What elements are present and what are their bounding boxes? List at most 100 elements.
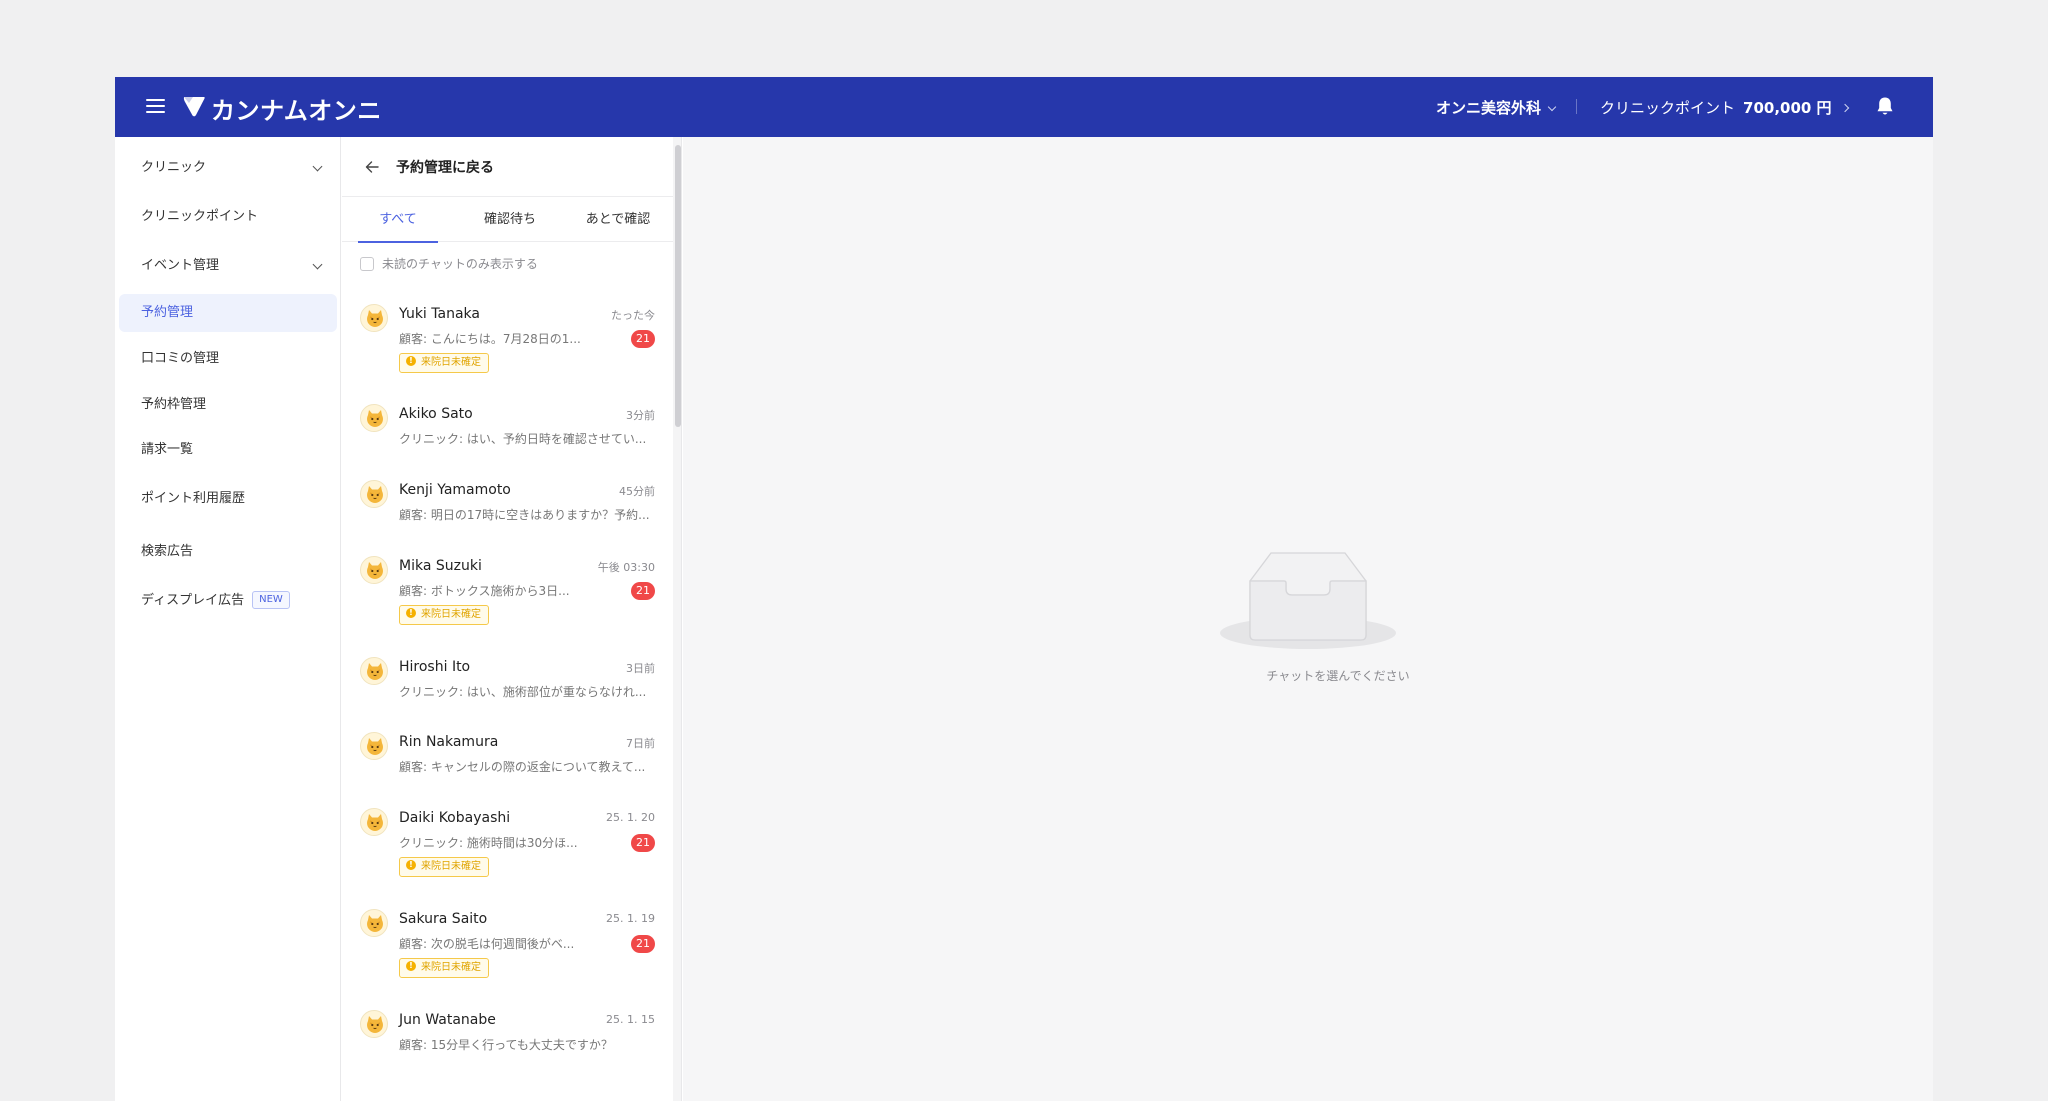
chat-customer-name: Hiroshi Ito xyxy=(399,659,471,675)
brand-name[interactable]: カンナムオンニ xyxy=(211,91,382,126)
exclamation-icon: ! xyxy=(406,608,416,618)
unread-only-label: 未読のチャットのみ表示する xyxy=(382,257,538,271)
sidebar-item-clinic[interactable]: クリニック xyxy=(119,149,337,187)
cat-avatar-icon xyxy=(360,556,388,584)
chat-last-message: クリニック: 施術時間は30分ほ... xyxy=(399,836,578,850)
exclamation-icon: ! xyxy=(406,961,416,971)
unread-count-badge: 21 xyxy=(631,935,655,953)
header-divider xyxy=(1576,99,1577,114)
chat-list-item[interactable]: Akiko Sato 3分前 クリニック: はい、予約日時を確認させてい... xyxy=(342,404,673,464)
empty-inbox-icon xyxy=(1220,552,1396,649)
chat-customer-name: Rin Nakamura xyxy=(399,734,499,750)
chat-last-message: 顧客: こんにちは。7月28日の1... xyxy=(399,332,581,346)
chat-list-item[interactable]: Kenji Yamamoto 45分前 顧客: 明日の17時に空きはありますか？… xyxy=(342,480,673,540)
hamburger-icon[interactable] xyxy=(146,98,165,115)
sidebar-item-display-ads[interactable]: ディスプレイ広告 NEW xyxy=(119,582,337,620)
tab-all[interactable]: すべて xyxy=(358,198,438,243)
back-to-reservations-link[interactable]: 予約管理に戻る xyxy=(396,157,494,177)
chat-last-message: 顧客: 次の脱毛は何週間後がベ... xyxy=(399,937,575,951)
chat-timestamp: 45分前 xyxy=(619,485,655,498)
sidebar-item-clinic-points[interactable]: クリニックポイント xyxy=(119,198,337,236)
cat-avatar-icon xyxy=(360,808,388,836)
sidebar-item-label: ディスプレイ広告 xyxy=(141,593,245,608)
chevron-down-icon xyxy=(1547,102,1557,112)
app-window: カンナムオンニ オンニ美容外科 クリニックポイント 700,000 円 クリニック… xyxy=(115,77,1933,1101)
chat-timestamp: 25. 1. 20 xyxy=(606,811,655,824)
clinic-points-link[interactable]: クリニックポイント 700,000 円 xyxy=(1600,97,1849,118)
chat-list-panel: 予約管理に戻る すべて 確認待ち あとで確認 未読のチャットのみ表示する Yuk… xyxy=(342,137,682,1101)
sidebar-item-slot-management[interactable]: 予約枠管理 xyxy=(119,386,337,424)
unread-count-badge: 21 xyxy=(631,330,655,348)
exclamation-icon: ! xyxy=(406,356,416,366)
chat-timestamp: 25. 1. 19 xyxy=(606,912,655,925)
cat-avatar-icon xyxy=(360,480,388,508)
sidebar-item-label: 検索広告 xyxy=(141,544,194,559)
chat-customer-name: Yuki Tanaka xyxy=(399,306,480,322)
status-tag: ! 来院日未確定 xyxy=(399,353,489,373)
chat-timestamp: 3日前 xyxy=(626,662,655,675)
sidebar-item-label: 口コミの管理 xyxy=(141,351,220,366)
scrollbar-thumb[interactable] xyxy=(675,145,681,427)
status-tag-label: 来院日未確定 xyxy=(421,861,481,872)
sidebar-item-search-ads[interactable]: 検索広告 xyxy=(119,533,337,571)
cat-avatar-icon xyxy=(360,304,388,332)
sidebar-item-label: クリニックポイント xyxy=(141,209,259,224)
new-badge: NEW xyxy=(252,590,290,609)
sidebar-item-reservation-management[interactable]: 予約管理 xyxy=(119,294,337,332)
cat-avatar-icon xyxy=(360,1010,388,1038)
status-tag-label: 来院日未確定 xyxy=(421,962,481,973)
sidebar-item-label: イベント管理 xyxy=(141,258,220,273)
tab-check-later[interactable]: あとで確認 xyxy=(568,198,668,242)
chat-customer-name: Akiko Sato xyxy=(399,406,473,422)
chat-last-message: クリニック: はい、施術部位が重ならなけれ... xyxy=(399,685,647,699)
cat-avatar-icon xyxy=(360,404,388,432)
unread-only-filter[interactable]: 未読のチャットのみ表示する xyxy=(360,255,538,273)
status-tag-label: 来院日未確定 xyxy=(421,357,481,368)
sidebar-item-billing[interactable]: 請求一覧 xyxy=(119,431,337,469)
chat-timestamp: 午後 03:30 xyxy=(597,561,655,574)
chat-list-item[interactable]: Mika Suzuki 午後 03:30 顧客: ボトックス施術から3日... … xyxy=(342,556,673,646)
sidebar-item-label: クリニック xyxy=(141,160,207,175)
chat-detail-area: チャットを選んでください xyxy=(683,137,1933,1101)
chat-list-item[interactable]: Hiroshi Ito 3日前 クリニック: はい、施術部位が重ならなけれ... xyxy=(342,657,673,717)
cat-avatar-icon xyxy=(360,657,388,685)
chat-list-item[interactable]: Yuki Tanaka たった今 顧客: こんにちは。7月28日の1... 21… xyxy=(342,304,673,394)
chat-customer-name: Sakura Saito xyxy=(399,911,488,927)
chat-list-item[interactable]: Jun Watanabe 25. 1. 15 顧客: 15分早く行っても大丈夫で… xyxy=(342,1010,673,1070)
clinic-selector[interactable]: オンニ美容外科 xyxy=(1436,97,1557,118)
chat-customer-name: Daiki Kobayashi xyxy=(399,810,511,826)
sidebar-item-label: 請求一覧 xyxy=(141,442,194,457)
chat-list-scrollbar[interactable] xyxy=(673,137,681,1101)
chat-last-message: クリニック: はい、予約日時を確認させてい... xyxy=(399,432,647,446)
chat-list-item[interactable]: Daiki Kobayashi 25. 1. 20 クリニック: 施術時間は30… xyxy=(342,808,673,898)
cat-avatar-icon xyxy=(360,909,388,937)
chat-tabs: すべて 確認待ち あとで確認 xyxy=(342,198,673,243)
tab-awaiting-confirmation[interactable]: 確認待ち xyxy=(460,198,560,242)
heart-logo-icon xyxy=(183,97,205,117)
chat-customer-name: Jun Watanabe xyxy=(399,1012,496,1028)
sidebar-item-label: 予約管理 xyxy=(141,305,194,320)
chevron-right-icon xyxy=(1840,103,1849,113)
status-tag-label: 来院日未確定 xyxy=(421,609,481,620)
sidebar-item-label: ポイント利用履歴 xyxy=(141,491,246,506)
clinic-name: オンニ美容外科 xyxy=(1436,99,1542,117)
arrow-left-icon[interactable] xyxy=(365,160,379,174)
sidebar-item-point-history[interactable]: ポイント利用履歴 xyxy=(119,480,337,518)
cat-avatar-icon xyxy=(360,732,388,760)
chat-timestamp: たった今 xyxy=(611,309,655,322)
sidebar: クリニック クリニックポイント イベント管理 予約管理 口コミの管理 予約枠管理… xyxy=(115,137,341,1101)
sidebar-item-label: 予約枠管理 xyxy=(141,397,207,412)
chat-last-message: 顧客: ボトックス施術から3日... xyxy=(399,584,570,598)
chevron-down-icon xyxy=(312,161,323,172)
chat-last-message: 顧客: 15分早く行っても大丈夫ですか？ xyxy=(399,1038,613,1052)
sidebar-item-event-management[interactable]: イベント管理 xyxy=(119,247,337,285)
chat-timestamp: 7日前 xyxy=(626,737,655,750)
chat-last-message: 顧客: 明日の17時に空きはありますか？予約... xyxy=(399,508,650,522)
bell-icon[interactable] xyxy=(1876,96,1894,117)
chat-list-item[interactable]: Rin Nakamura 7日前 顧客: キャンセルの際の返金について教えて..… xyxy=(342,732,673,792)
unread-only-checkbox[interactable] xyxy=(360,256,374,271)
chevron-down-icon xyxy=(312,259,323,270)
sidebar-item-reviews[interactable]: 口コミの管理 xyxy=(119,340,337,378)
chat-list-item[interactable]: Sakura Saito 25. 1. 19 顧客: 次の脱毛は何週間後がベ..… xyxy=(342,909,673,999)
points-value: 700,000 円 xyxy=(1743,99,1832,117)
